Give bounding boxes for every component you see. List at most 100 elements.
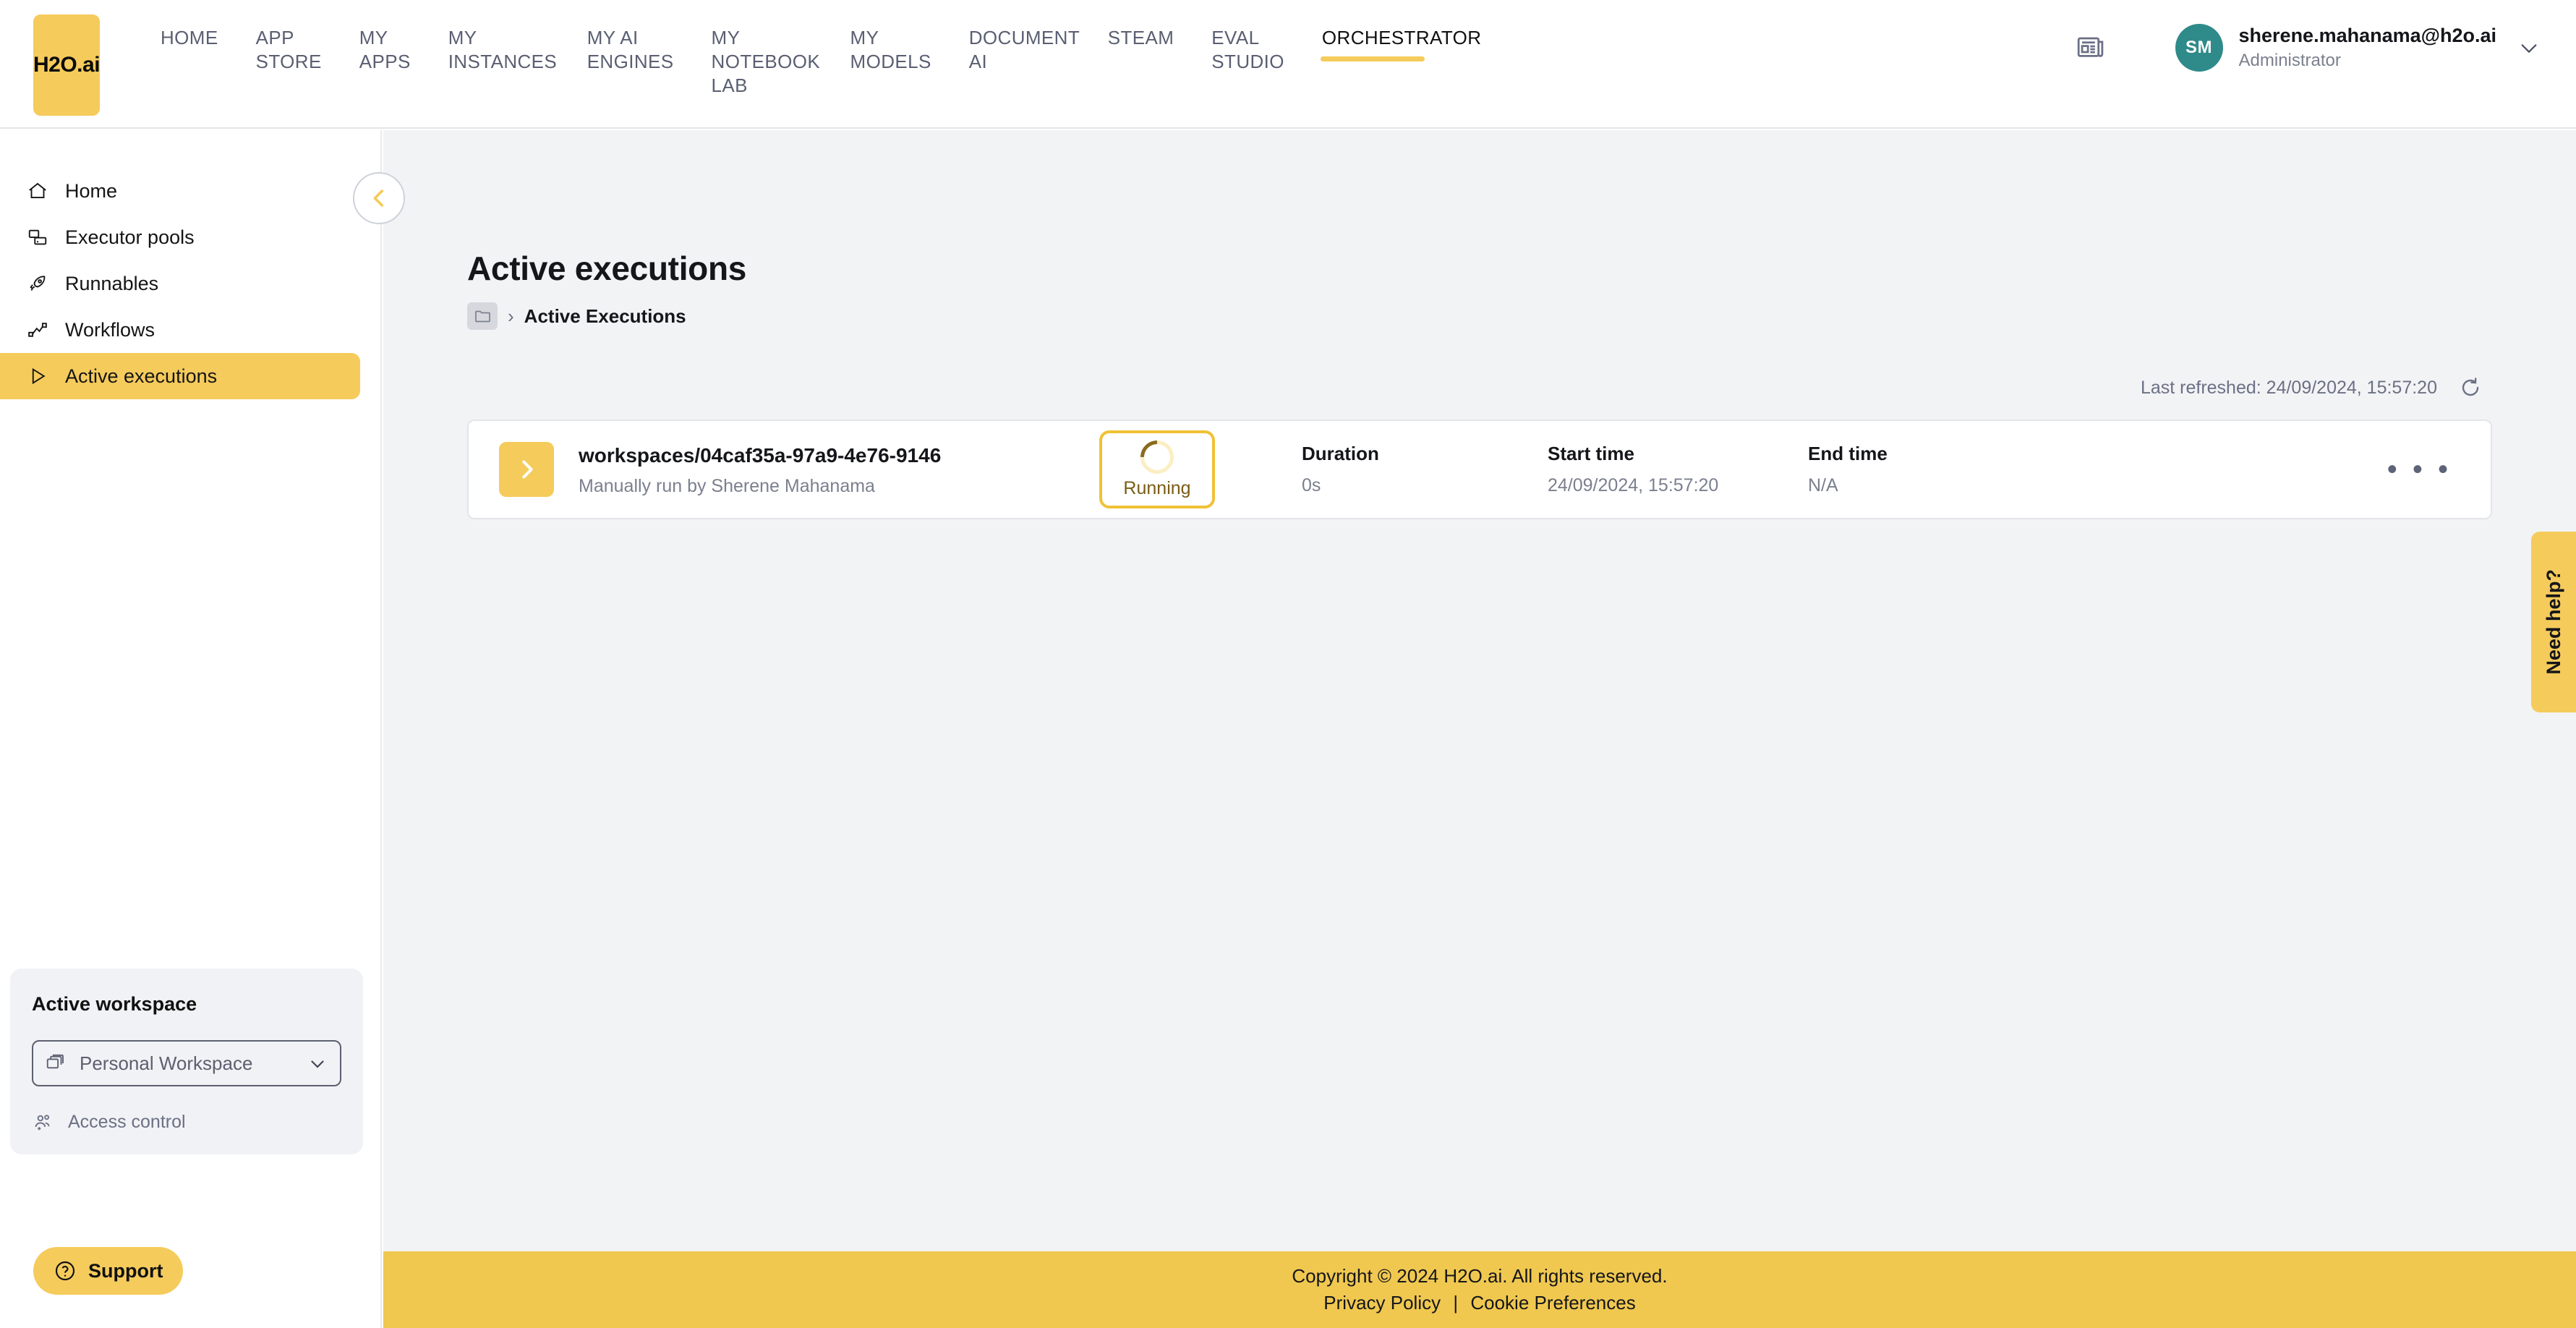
avatar[interactable]: SM xyxy=(2175,24,2223,72)
chevron-right-icon xyxy=(513,456,539,482)
footer-copyright: Copyright © 2024 H2O.ai. All rights rese… xyxy=(1292,1265,1668,1287)
sidebar-item-home[interactable]: Home xyxy=(0,168,360,214)
execution-identity: workspaces/04caf35a-97a9-4e76-9146 Manua… xyxy=(579,443,1085,497)
nav-item-document-ai[interactable]: DOCUMENT AI xyxy=(950,26,1089,74)
workspace-select[interactable]: Personal Workspace xyxy=(32,1040,341,1086)
sidebar-item-label: Active executions xyxy=(65,365,218,387)
nav-item-my-instances[interactable]: MY INSTANCES xyxy=(430,26,568,74)
start-time-header: Start time xyxy=(1548,443,1634,464)
sidebar-item-label: Workflows xyxy=(65,318,155,341)
need-help-label: Need help? xyxy=(2542,569,2564,675)
end-time-value: N/A xyxy=(1808,475,1838,495)
execution-subtitle: Manually run by Sherene Mahanama xyxy=(579,475,875,496)
nav-item-label: APP STORE xyxy=(255,27,322,72)
rocket-icon xyxy=(26,272,49,295)
nav-item-my-ai-engines[interactable]: MY AI ENGINES xyxy=(568,26,693,74)
active-workspace-title: Active workspace xyxy=(32,993,197,1015)
cookie-preferences-link[interactable]: Cookie Preferences xyxy=(1470,1292,1635,1314)
breadcrumb: › Active Executions xyxy=(467,302,2576,330)
refresh-icon[interactable] xyxy=(2459,376,2482,399)
top-navigation: HOME APP STORE MY APPS MY INSTANCES MY A… xyxy=(142,26,2077,98)
nav-item-home[interactable]: HOME xyxy=(142,26,237,50)
user-info[interactable]: sherene.mahanama@h2o.ai Administrator xyxy=(2239,23,2496,72)
execution-more-menu-button[interactable]: • • • xyxy=(2387,455,2452,484)
sidebar-item-workflows[interactable]: Workflows xyxy=(0,307,360,353)
execution-row[interactable]: workspaces/04caf35a-97a9-4e76-9146 Manua… xyxy=(467,420,2492,519)
nav-item-label: MY AI ENGINES xyxy=(587,27,674,72)
duration-header: Duration xyxy=(1302,443,1379,464)
sidebar-item-executor-pools[interactable]: Executor pools xyxy=(0,214,360,260)
nav-item-label: MY APPS xyxy=(359,27,411,72)
sidebar-item-active-executions[interactable]: Active executions xyxy=(0,353,360,399)
sidebar-collapse-button[interactable] xyxy=(353,172,405,224)
duration-column: Duration 0s xyxy=(1302,443,1548,496)
expand-execution-button[interactable] xyxy=(499,442,554,497)
main-content: Active executions › Active Executions La… xyxy=(383,130,2576,1328)
home-icon xyxy=(26,179,49,203)
nav-item-my-notebook-lab[interactable]: MY NOTEBOOK LAB xyxy=(693,26,832,98)
people-add-icon xyxy=(32,1111,54,1133)
nav-item-eval-studio[interactable]: EVAL STUDIO xyxy=(1193,26,1303,74)
breadcrumb-current[interactable]: Active Executions xyxy=(524,305,686,328)
newspaper-icon[interactable] xyxy=(2077,35,2106,60)
end-time-column: End time N/A xyxy=(1808,443,2025,496)
nav-item-label: MY INSTANCES xyxy=(448,27,558,72)
nav-item-label: DOCUMENT AI xyxy=(968,27,1080,72)
need-help-tab[interactable]: Need help? xyxy=(2531,532,2576,712)
page-title: Active executions xyxy=(467,250,747,287)
user-email: sherene.mahanama@h2o.ai xyxy=(2238,25,2496,46)
nav-item-steam[interactable]: STEAM xyxy=(1089,26,1193,50)
header-right-cluster: SM sherene.mahanama@h2o.ai Administrator xyxy=(2077,23,2541,72)
stacked-windows-icon xyxy=(45,1052,67,1074)
support-button[interactable]: Support xyxy=(33,1247,184,1295)
start-time-column: Start time 24/09/2024, 15:57:20 xyxy=(1548,443,1808,496)
start-time-value: 24/09/2024, 15:57:20 xyxy=(1548,475,1719,495)
nav-item-label: ORCHESTRATOR xyxy=(1321,27,1482,48)
sidebar-item-runnables[interactable]: Runnables xyxy=(0,260,360,307)
breadcrumb-separator: › xyxy=(508,305,514,327)
active-workspace-panel: Active workspace Personal Workspace Acce… xyxy=(10,969,363,1154)
sidebar-item-label: Home xyxy=(65,179,118,202)
nav-item-label: MY NOTEBOOK LAB xyxy=(711,27,821,96)
workflow-icon xyxy=(26,318,49,341)
nav-item-label: HOME xyxy=(161,27,218,48)
nav-item-label: EVAL STUDIO xyxy=(1211,27,1284,72)
nav-item-label: MY MODELS xyxy=(850,27,931,72)
last-refreshed-text: Last refreshed: 24/09/2024, 15:57:20 xyxy=(2140,377,2437,398)
nav-item-app-store[interactable]: APP STORE xyxy=(237,26,341,74)
workspace-selected-label: Personal Workspace xyxy=(80,1052,253,1074)
execution-name: workspaces/04caf35a-97a9-4e76-9146 xyxy=(579,443,942,467)
h2o-logo[interactable]: H2O.ai xyxy=(33,14,101,116)
nav-item-orchestrator[interactable]: ORCHESTRATOR xyxy=(1303,26,1482,61)
avatar-initials: SM xyxy=(2185,38,2213,57)
question-circle-icon xyxy=(54,1259,77,1282)
chevron-down-icon[interactable] xyxy=(2517,35,2541,60)
nav-item-label: STEAM xyxy=(1107,27,1174,48)
spinner-icon xyxy=(1133,433,1181,481)
sidebar-item-label: Executor pools xyxy=(65,226,195,248)
sidebar-nav-list: Home Executor pools Runnables Workflows … xyxy=(0,130,380,399)
play-triangle-icon xyxy=(26,365,49,388)
chevron-left-icon xyxy=(367,186,391,210)
footer-separator: | xyxy=(1453,1292,1459,1314)
footer-links: Privacy Policy | Cookie Preferences xyxy=(1323,1292,1635,1314)
chevron-down-icon xyxy=(307,1052,328,1074)
user-role: Administrator xyxy=(2238,51,2341,70)
logo-text: H2O.ai xyxy=(33,53,101,77)
support-label: Support xyxy=(88,1259,163,1282)
duration-value: 0s xyxy=(1302,475,1321,495)
nav-item-my-apps[interactable]: MY APPS xyxy=(341,26,430,74)
sidebar-item-label: Runnables xyxy=(65,272,159,294)
folder-icon[interactable] xyxy=(467,302,498,330)
end-time-header: End time xyxy=(1808,443,1888,464)
status-badge[interactable]: Running xyxy=(1099,430,1215,508)
nav-item-my-models[interactable]: MY MODELS xyxy=(832,26,950,74)
last-refreshed-row: Last refreshed: 24/09/2024, 15:57:20 xyxy=(383,376,2482,399)
executor-pools-icon xyxy=(26,226,49,249)
access-control-link[interactable]: Access control xyxy=(32,1111,341,1133)
status-label: Running xyxy=(1123,477,1191,498)
top-header: H2O.ai HOME APP STORE MY APPS MY INSTANC… xyxy=(0,0,2576,129)
access-control-label: Access control xyxy=(68,1111,186,1132)
sidebar: Home Executor pools Runnables Workflows … xyxy=(0,130,382,1328)
privacy-policy-link[interactable]: Privacy Policy xyxy=(1323,1292,1441,1314)
